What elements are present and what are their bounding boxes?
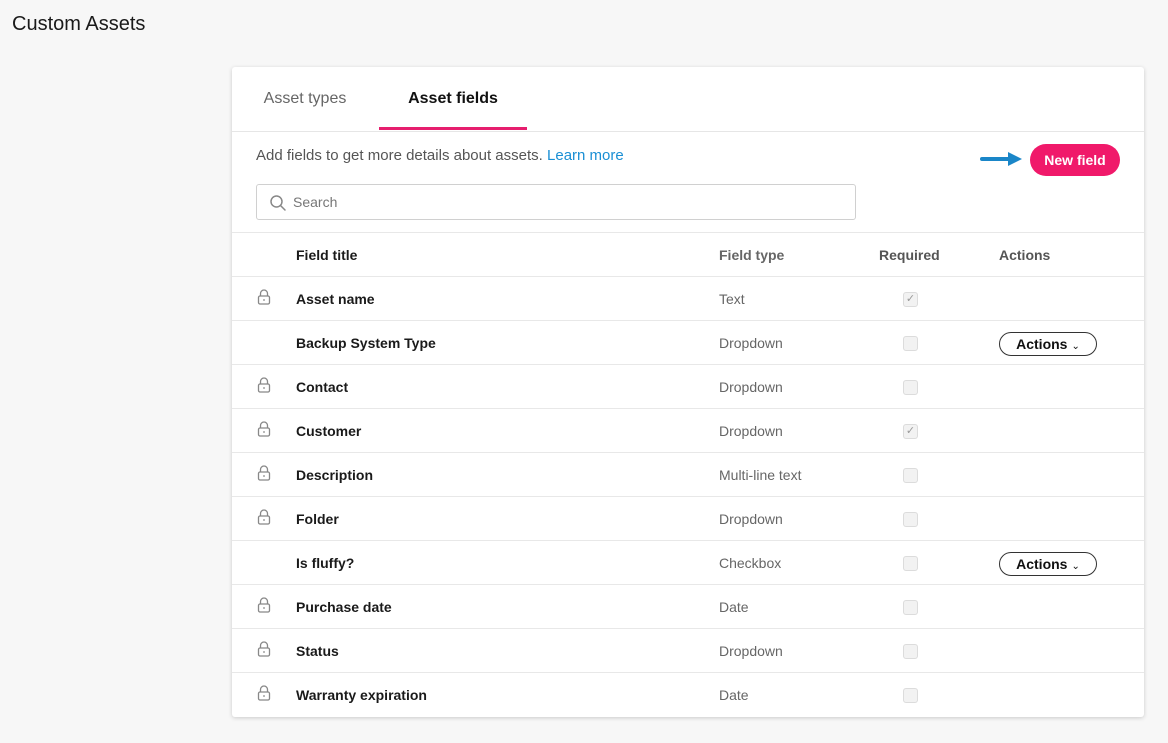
new-field-button[interactable]: New field — [1030, 144, 1120, 176]
page-title: Custom Assets — [12, 13, 146, 35]
table-row: Contact Dropdown — [232, 364, 1144, 408]
table-body: Asset name Text ✓ Backup System Type Dropdow… — [232, 276, 1144, 716]
field-title: Backup System Type — [296, 335, 436, 351]
field-type: Date — [719, 599, 749, 615]
required-checkbox — [903, 336, 918, 351]
field-type: Multi-line text — [719, 467, 802, 483]
required-checkbox: ✓ — [903, 292, 918, 307]
active-tab-indicator — [379, 127, 527, 130]
field-title: Asset name — [296, 291, 375, 307]
lock-icon — [257, 509, 271, 525]
arrow-right-icon — [980, 152, 1022, 166]
field-type: Text — [719, 291, 745, 307]
header-required: Required — [879, 247, 940, 263]
field-title: Is fluffy? — [296, 555, 355, 571]
required-checkbox — [903, 688, 918, 703]
lock-icon — [257, 641, 271, 657]
lock-icon — [257, 685, 271, 701]
field-title: Contact — [296, 379, 349, 395]
table-row: Description Multi-line text — [232, 452, 1144, 496]
fields-table: Field title Field type Required Actions … — [232, 232, 1144, 716]
table-header: Field title Field type Required Actions — [232, 232, 1144, 276]
field-title: Customer — [296, 423, 362, 439]
lock-icon — [257, 465, 271, 481]
field-title: Folder — [296, 511, 339, 527]
actions-button[interactable]: Actions ⌄ — [999, 552, 1097, 576]
required-checkbox — [903, 556, 918, 571]
field-title: Description — [296, 467, 374, 483]
table-row: Folder Dropdown — [232, 496, 1144, 540]
intro-text: Add fields to get more details about ass… — [256, 147, 624, 164]
actions-label: Actions — [1016, 556, 1068, 572]
required-checkbox — [903, 468, 918, 483]
header-field-type: Field type — [719, 247, 785, 263]
lock-icon — [257, 597, 271, 613]
table-row: Asset name Text ✓ — [232, 276, 1144, 320]
field-title: Warranty expiration — [296, 687, 427, 703]
table-row: Purchase date Date — [232, 584, 1144, 628]
tab-bar: Asset types Asset fields — [232, 67, 1144, 132]
header-field-title: Field title — [296, 247, 358, 263]
table-row: Is fluffy? Checkbox Actions ⌄ — [232, 540, 1144, 584]
required-checkbox: ✓ — [903, 424, 918, 439]
field-title: Status — [296, 643, 339, 659]
tab-asset-types[interactable]: Asset types — [232, 67, 378, 131]
asset-fields-card: Asset types Asset fields Add fields to g… — [232, 67, 1144, 717]
chevron-down-icon: ⌄ — [1071, 341, 1080, 352]
required-checkbox — [903, 380, 918, 395]
field-type: Dropdown — [719, 379, 783, 395]
required-checkbox — [903, 600, 918, 615]
table-row: Backup System Type Dropdown Actions ⌄ — [232, 320, 1144, 364]
lock-icon — [257, 377, 271, 393]
tab-asset-fields[interactable]: Asset fields — [379, 67, 527, 131]
lock-icon — [257, 421, 271, 437]
required-checkbox — [903, 644, 918, 659]
field-type: Dropdown — [719, 511, 783, 527]
search-input[interactable] — [293, 185, 853, 219]
field-type: Checkbox — [719, 555, 782, 571]
required-checkbox — [903, 512, 918, 527]
table-row: Customer Dropdown ✓ — [232, 408, 1144, 452]
learn-more-link[interactable]: Learn more — [547, 147, 624, 164]
search-box[interactable] — [256, 184, 856, 220]
field-type: Dropdown — [719, 423, 783, 439]
actions-label: Actions — [1016, 336, 1068, 352]
actions-button[interactable]: Actions ⌄ — [999, 332, 1097, 356]
field-type: Dropdown — [719, 643, 783, 659]
field-type: Date — [719, 687, 749, 703]
table-row: Warranty expiration Date — [232, 672, 1144, 716]
search-icon — [270, 195, 286, 211]
chevron-down-icon: ⌄ — [1071, 561, 1080, 572]
field-type: Dropdown — [719, 335, 783, 351]
header-actions: Actions — [999, 247, 1051, 263]
field-title: Purchase date — [296, 599, 392, 615]
lock-icon — [257, 289, 271, 305]
table-row: Status Dropdown — [232, 628, 1144, 672]
intro-description: Add fields to get more details about ass… — [256, 147, 543, 164]
